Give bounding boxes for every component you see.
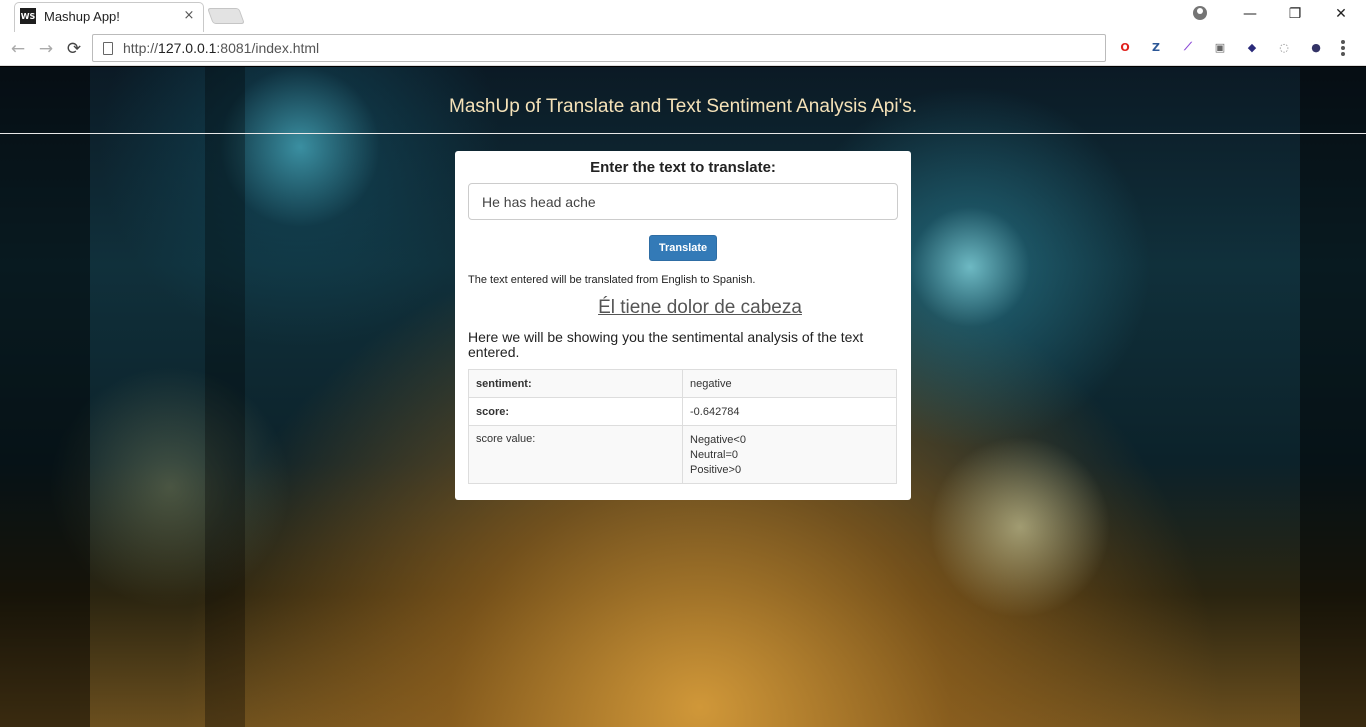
new-tab-button[interactable] xyxy=(207,8,245,24)
close-window-button[interactable]: ✕ xyxy=(1318,0,1364,28)
neutral-rule: Neutral=0 xyxy=(690,449,739,461)
url-prefix: http:// xyxy=(123,40,159,56)
page-viewport: MashUp of Translate and Text Sentiment A… xyxy=(0,67,1366,727)
circle-ext-icon[interactable]: ◌ xyxy=(1275,38,1293,56)
browser-tab-content[interactable]: WS Mashup App! xyxy=(20,2,206,30)
zotero-icon[interactable]: Z xyxy=(1147,38,1165,56)
text-input[interactable] xyxy=(468,183,898,220)
score-key: score: xyxy=(468,397,683,426)
sentiment-table: sentiment: negative score: -0.642784 sco… xyxy=(468,369,897,484)
tab-close-icon[interactable]: × xyxy=(181,7,197,23)
background-shade xyxy=(1300,67,1366,727)
ghost-ext-icon[interactable]: ● xyxy=(1307,38,1325,56)
score-value: -0.642784 xyxy=(682,397,897,426)
sentiment-key: sentiment: xyxy=(468,369,683,398)
back-button[interactable]: ← xyxy=(6,37,30,61)
restore-button[interactable]: ❐ xyxy=(1272,0,1318,28)
url-text: http://127.0.0.1:8081/index.html xyxy=(123,40,319,56)
webstorm-favicon-icon: WS xyxy=(20,8,36,24)
reload-button[interactable]: ⟳ xyxy=(62,37,86,61)
table-row: sentiment: negative xyxy=(468,369,897,398)
score-value-legend: Negative<0 Neutral=0 Positive>0 xyxy=(682,425,897,484)
background-shade xyxy=(205,67,245,727)
header-divider xyxy=(0,133,1366,134)
profile-icon[interactable] xyxy=(1193,6,1207,20)
sentiment-value: negative xyxy=(682,369,897,398)
pen-icon[interactable]: ⟋ xyxy=(1179,38,1197,56)
form-title: Enter the text to translate: xyxy=(590,159,776,176)
browser-tab-bar: WS Mashup App! × — ❐ ✕ xyxy=(0,0,1366,32)
wappalyzer-icon[interactable]: ◆ xyxy=(1243,38,1261,56)
score-value-key: score value: xyxy=(468,425,683,484)
translate-button[interactable]: Translate xyxy=(649,235,717,261)
extension-box-icon[interactable]: ▣ xyxy=(1211,38,1229,56)
page-info-icon[interactable] xyxy=(103,41,113,55)
browser-menu-icon[interactable] xyxy=(1341,40,1345,56)
tab-title: Mashup App! xyxy=(44,8,120,24)
table-row: score: -0.642784 xyxy=(468,397,897,426)
minimize-button[interactable]: — xyxy=(1227,0,1273,28)
translation-result: Él tiene dolor de cabeza xyxy=(598,297,802,318)
page-title: MashUp of Translate and Text Sentiment A… xyxy=(449,96,917,117)
browser-toolbar: ← → ⟳ http://127.0.0.1:8081/index.html O… xyxy=(0,32,1366,66)
background-shade xyxy=(0,67,90,727)
url-host: 127.0.0.1 xyxy=(158,40,217,56)
table-row: score value: Negative<0 Neutral=0 Positi… xyxy=(468,425,897,484)
positive-rule: Positive>0 xyxy=(690,464,742,476)
forward-button[interactable]: → xyxy=(34,37,58,61)
address-bar[interactable]: http://127.0.0.1:8081/index.html xyxy=(92,34,1106,62)
url-path: :8081/index.html xyxy=(216,40,320,56)
translation-note: The text entered will be translated from… xyxy=(468,274,756,286)
opera-icon[interactable]: O xyxy=(1116,38,1134,56)
translate-card: Enter the text to translate: Translate T… xyxy=(455,151,911,500)
analysis-description: Here we will be showing you the sentimen… xyxy=(468,329,864,360)
negative-rule: Negative<0 xyxy=(690,434,746,446)
